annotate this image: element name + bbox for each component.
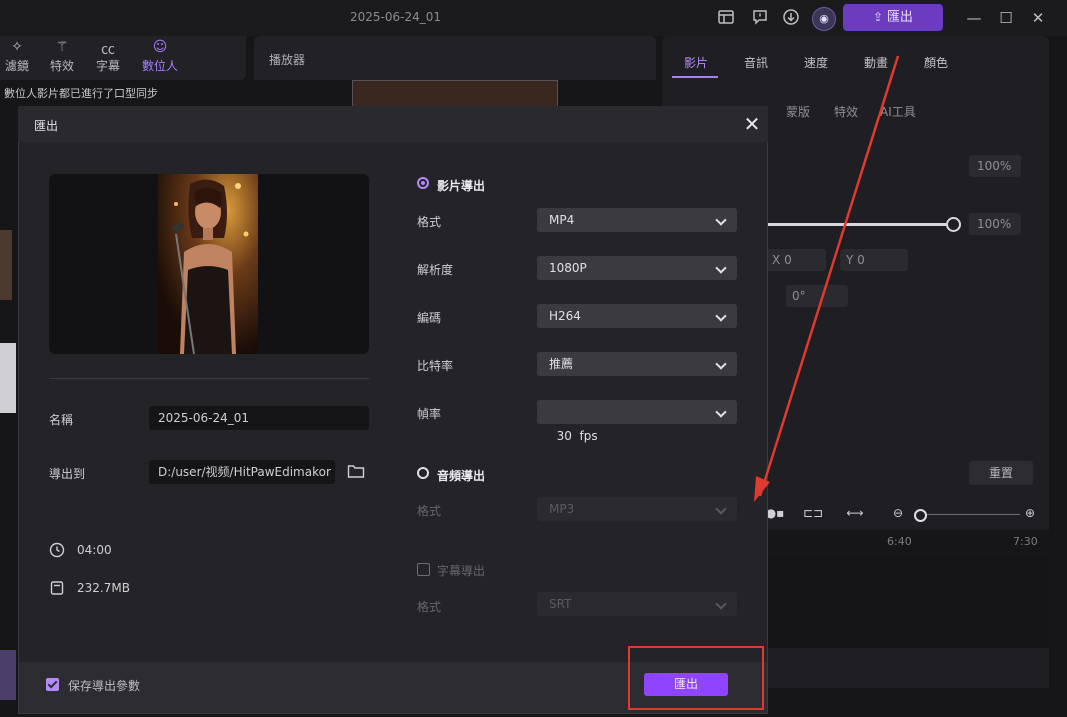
- player-preview: [352, 80, 558, 108]
- scale-input[interactable]: 100%: [969, 155, 1021, 177]
- tab-video[interactable]: 影片: [684, 54, 708, 71]
- video-export-radio[interactable]: [417, 177, 429, 189]
- chevron-down-icon: [715, 406, 727, 418]
- media-thumbnail[interactable]: [0, 230, 12, 300]
- video-format-label: 格式: [417, 215, 442, 229]
- reset-button[interactable]: 重置: [969, 461, 1033, 485]
- tab-filter[interactable]: ✧ 濾鏡: [0, 39, 37, 74]
- divider: [49, 378, 369, 379]
- timeline-tracks[interactable]: [764, 558, 1049, 648]
- opacity-input[interactable]: 100%: [969, 213, 1021, 235]
- layout-icon[interactable]: [716, 8, 736, 28]
- chevron-down-icon: [715, 214, 727, 226]
- feedback-icon[interactable]: [750, 8, 770, 28]
- preview-thumbnail: [158, 174, 258, 354]
- zoom-in-icon[interactable]: ⊕: [1020, 506, 1040, 524]
- framerate-select[interactable]: 30 fps: [537, 400, 737, 443]
- name-input[interactable]: 2025-06-24_01: [149, 406, 369, 430]
- zoom-slider-track[interactable]: [920, 514, 1020, 515]
- opacity-slider-handle[interactable]: [946, 217, 961, 232]
- chevron-down-icon: [715, 503, 727, 515]
- minimize-icon[interactable]: —: [963, 7, 985, 29]
- timeline-tick: 6:40: [887, 535, 912, 548]
- digital-human-icon: ☺: [152, 39, 168, 55]
- download-icon[interactable]: [781, 8, 801, 28]
- save-params-label: 保存導出參數: [68, 679, 141, 693]
- file-size-icon: [49, 580, 65, 596]
- audio-format-label: 格式: [417, 504, 442, 518]
- dialog-header: [18, 106, 768, 142]
- video-format-select[interactable]: MP4: [537, 208, 737, 232]
- caption-icon: ㏄: [101, 42, 115, 58]
- annotation-arrow: [754, 55, 900, 502]
- audio-export-radio[interactable]: [417, 467, 429, 479]
- bitrate-select[interactable]: 推薦: [537, 352, 737, 376]
- document-title: 2025-06-24_01: [350, 10, 442, 24]
- annotation-highlight-box: [628, 646, 764, 710]
- tab-digital-human[interactable]: ☺ 數位人: [140, 39, 180, 74]
- close-window-icon[interactable]: ✕: [1027, 7, 1049, 29]
- maximize-icon[interactable]: ☐: [995, 7, 1017, 29]
- tab-captions[interactable]: ㏄字幕: [88, 39, 128, 74]
- lip-sync-notice: 數位人影片都已進行了口型同步: [4, 87, 158, 100]
- subtitle-export-checkbox[interactable]: [417, 563, 430, 576]
- chevron-down-icon: [715, 358, 727, 370]
- export-to-label: 導出到: [49, 467, 86, 481]
- name-label: 名稱: [49, 413, 74, 427]
- audio-format-select[interactable]: MP3: [537, 497, 737, 521]
- save-params-checkbox[interactable]: [46, 678, 59, 691]
- file-size-value: 232.7MB: [77, 581, 130, 595]
- audio-export-title: 音頻導出: [437, 469, 486, 483]
- duration-value: 04:00: [77, 543, 112, 557]
- bitrate-label: 比特率: [417, 359, 454, 373]
- chevron-down-icon: [715, 310, 727, 322]
- subtitle-format-select[interactable]: SRT: [537, 592, 737, 616]
- user-avatar[interactable]: ◉: [812, 7, 836, 31]
- timeline-tick: 7:30: [1013, 535, 1038, 548]
- sparkle-icon: ✧: [11, 39, 23, 55]
- dialog-title: 匯出: [34, 119, 59, 133]
- chevron-down-icon: [715, 262, 727, 274]
- tab-color[interactable]: 顏色: [924, 54, 948, 71]
- resolution-select[interactable]: 1080P: [537, 256, 737, 280]
- active-tab-underline: [672, 76, 718, 78]
- framerate-label: 幀率: [417, 407, 442, 421]
- chevron-down-icon: [715, 598, 727, 610]
- export-path-input[interactable]: D:/user/视频/HitPawEdimakor: [149, 460, 335, 484]
- media-thumbnail[interactable]: [0, 343, 16, 413]
- bottom-bar: [764, 648, 1049, 688]
- video-export-title: 影片導出: [437, 179, 486, 193]
- clock-icon: [49, 542, 65, 558]
- player-title: 播放器: [269, 53, 306, 67]
- resolution-label: 解析度: [417, 263, 454, 277]
- top-export-button[interactable]: ⇪ 匯出: [843, 4, 943, 31]
- subtitle-format-label: 格式: [417, 600, 442, 614]
- zoom-slider-handle[interactable]: [914, 509, 927, 522]
- tab-effects[interactable]: ⚚ 特效: [42, 39, 82, 74]
- codec-label: 編碼: [417, 311, 442, 325]
- magic-wand-icon: ⚚: [55, 39, 69, 55]
- media-thumbnail[interactable]: [0, 650, 16, 700]
- player-header: 播放器: [254, 36, 656, 80]
- subtitle-export-title: 字幕導出: [437, 564, 486, 578]
- codec-select[interactable]: H264: [537, 304, 737, 328]
- upload-icon: ⇪: [873, 10, 887, 24]
- folder-icon[interactable]: [347, 463, 365, 479]
